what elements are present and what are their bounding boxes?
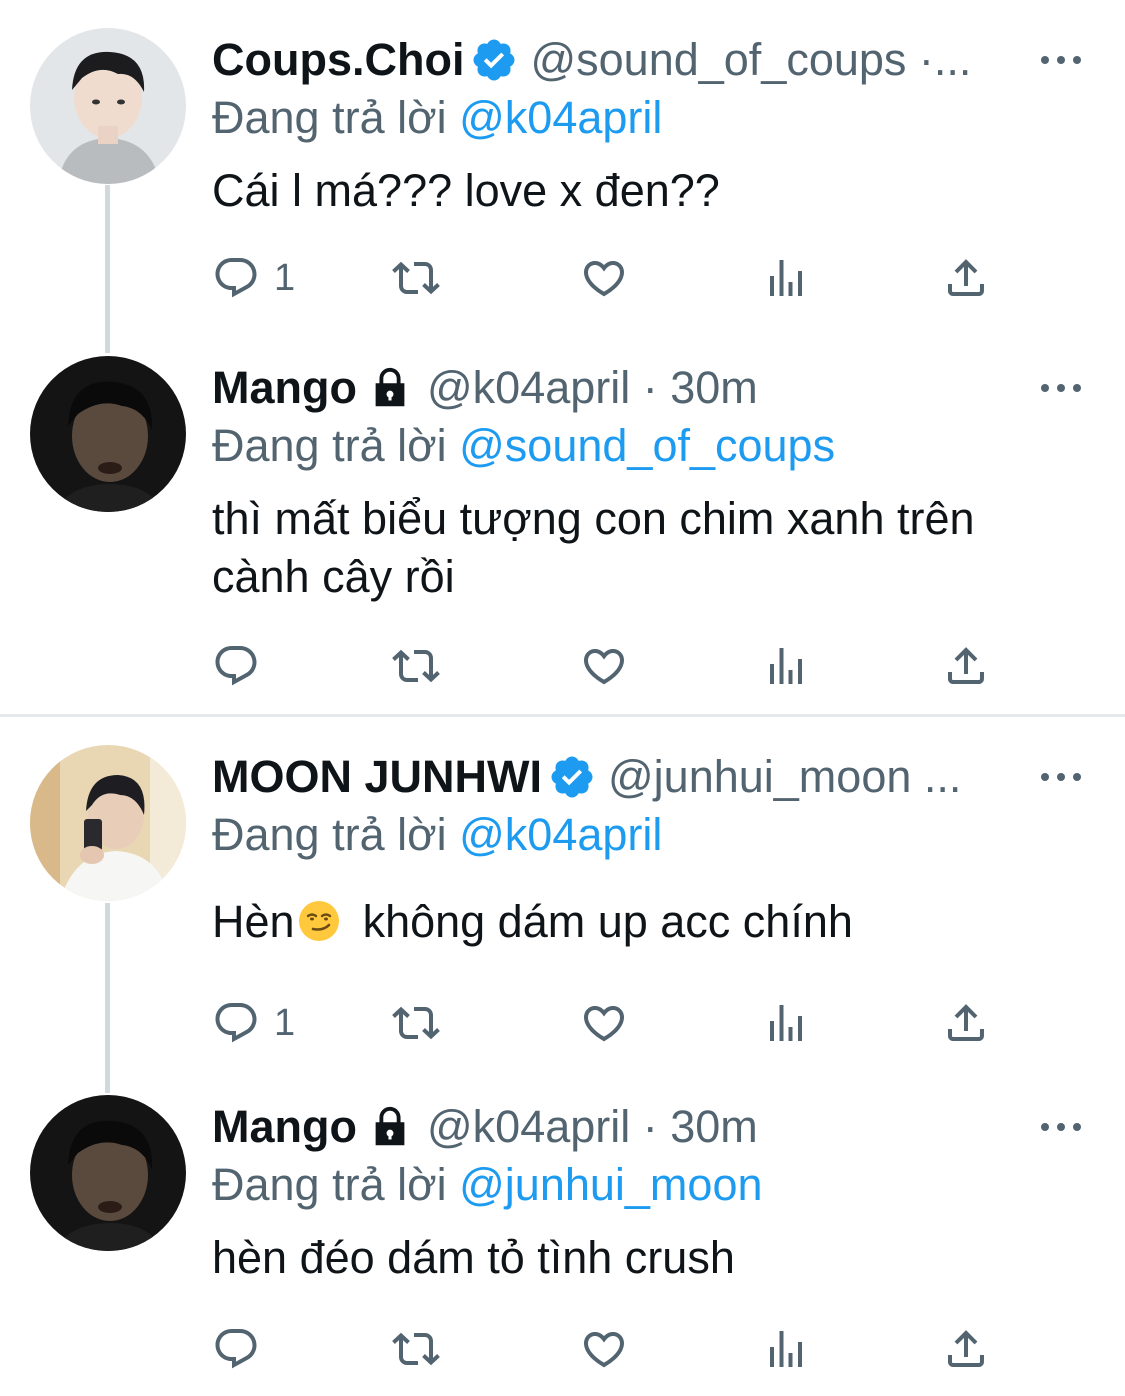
tweet-text: Hèn không dám up acc chính <box>212 893 1082 951</box>
like-button[interactable] <box>580 250 628 306</box>
reply-icon <box>212 254 260 302</box>
share-button[interactable] <box>942 1321 990 1377</box>
verified-badge-icon <box>548 753 596 801</box>
share-button[interactable] <box>942 995 990 1051</box>
retweet-button[interactable] <box>392 638 440 694</box>
handle-and-time[interactable]: @k04april · 30m <box>427 1095 758 1159</box>
tweet-actions <box>212 638 1012 698</box>
share-icon <box>942 254 990 302</box>
reply-button[interactable]: 1 <box>212 995 295 1051</box>
reply-icon <box>212 1325 260 1373</box>
tweet-text-part: không dám up acc chính <box>362 896 853 947</box>
tweet-text-part: Hèn <box>212 896 295 947</box>
views-button[interactable] <box>762 250 810 306</box>
replying-to-label: Đang trả lời <box>212 92 447 143</box>
reply-count: 1 <box>274 1001 296 1044</box>
tweet-text: thì mất biểu tượng con chim xanh trên cà… <box>212 490 1082 606</box>
views-button[interactable] <box>762 638 810 694</box>
replying-to-mention[interactable]: @sound_of_coups <box>459 420 835 471</box>
views-button[interactable] <box>762 995 810 1051</box>
more-options-icon[interactable] <box>1041 759 1081 795</box>
replying-to-label: Đang trả lời <box>212 420 447 471</box>
analytics-icon <box>762 254 810 302</box>
replying-to: Đang trả lời @junhui_moon <box>212 1155 763 1215</box>
retweet-icon <box>392 254 440 302</box>
reply-button[interactable] <box>212 638 260 694</box>
avatar[interactable] <box>30 1095 186 1251</box>
thread-connector-line <box>105 903 110 1093</box>
tweet-text-content: hèn đéo dám tỏ tình crush <box>212 1232 735 1283</box>
thread-connector-line <box>105 185 110 353</box>
retweet-button[interactable] <box>392 995 440 1051</box>
reply-count: 1 <box>274 256 296 299</box>
like-button[interactable] <box>580 995 628 1051</box>
replying-to: Đang trả lời @sound_of_coups <box>212 416 835 476</box>
display-name[interactable]: Mango <box>212 356 357 420</box>
handle-and-time[interactable]: @k04april · 30m <box>427 356 758 420</box>
more-options-icon[interactable] <box>1041 370 1081 406</box>
display-name[interactable]: MOON JUNHWI <box>212 745 542 809</box>
replying-to-label: Đang trả lời <box>212 809 447 860</box>
lock-icon <box>367 1104 413 1150</box>
retweet-icon <box>392 642 440 690</box>
share-icon <box>942 1325 990 1373</box>
handle-and-time[interactable]: @junhui_moon ... <box>608 745 961 809</box>
avatar[interactable] <box>30 745 186 901</box>
reply-button[interactable] <box>212 1321 260 1377</box>
share-icon <box>942 642 990 690</box>
smirking-face-emoji-icon <box>297 899 341 943</box>
heart-icon <box>580 642 628 690</box>
tweet-header: Mango @k04april · 30m <box>212 356 758 420</box>
like-button[interactable] <box>580 1321 628 1377</box>
analytics-icon <box>762 642 810 690</box>
tweet-text-line: thì mất biểu tượng con chim xanh trên <box>212 493 975 544</box>
handle-and-time[interactable]: @sound_of_coups ·... <box>530 28 971 92</box>
retweet-button[interactable] <box>392 1321 440 1377</box>
share-icon <box>942 999 990 1047</box>
retweet-icon <box>392 999 440 1047</box>
replying-to-mention[interactable]: @junhui_moon <box>459 1159 762 1210</box>
thread-divider <box>0 714 1125 717</box>
more-options-icon[interactable] <box>1041 42 1081 78</box>
views-button[interactable] <box>762 1321 810 1377</box>
lock-icon <box>367 365 413 411</box>
verified-badge-icon <box>470 36 518 84</box>
tweet-actions: 1 <box>212 995 1012 1055</box>
replying-to: Đang trả lời @k04april <box>212 805 662 865</box>
avatar[interactable] <box>30 356 186 512</box>
heart-icon <box>580 999 628 1047</box>
replying-to-mention[interactable]: @k04april <box>459 809 662 860</box>
tweet-header: Coups.Choi @sound_of_coups ·... <box>212 28 971 92</box>
tweet-text-line: cành cây rồi <box>212 551 455 602</box>
share-button[interactable] <box>942 638 990 694</box>
reply-icon <box>212 642 260 690</box>
reply-icon <box>212 999 260 1047</box>
replying-to-label: Đang trả lời <box>212 1159 447 1210</box>
retweet-icon <box>392 1325 440 1373</box>
tweet-text: hèn đéo dám tỏ tình crush <box>212 1229 1082 1287</box>
like-button[interactable] <box>580 638 628 694</box>
tweet-text: Cái l má??? love x đen?? <box>212 162 1082 220</box>
tweet-text-content: Cái l má??? love x đen?? <box>212 165 720 216</box>
avatar[interactable] <box>30 28 186 184</box>
tweet-actions <box>212 1321 1012 1381</box>
replying-to-mention[interactable]: @k04april <box>459 92 662 143</box>
reply-button[interactable]: 1 <box>212 250 295 306</box>
display-name[interactable]: Mango <box>212 1095 357 1159</box>
tweet-actions: 1 <box>212 250 1012 310</box>
retweet-button[interactable] <box>392 250 440 306</box>
analytics-icon <box>762 1325 810 1373</box>
tweet-header: MOON JUNHWI @junhui_moon ... <box>212 745 961 809</box>
heart-icon <box>580 254 628 302</box>
replying-to: Đang trả lời @k04april <box>212 88 662 148</box>
more-options-icon[interactable] <box>1041 1109 1081 1145</box>
display-name[interactable]: Coups.Choi <box>212 28 464 92</box>
analytics-icon <box>762 999 810 1047</box>
share-button[interactable] <box>942 250 990 306</box>
heart-icon <box>580 1325 628 1373</box>
tweet-header: Mango @k04april · 30m <box>212 1095 758 1159</box>
